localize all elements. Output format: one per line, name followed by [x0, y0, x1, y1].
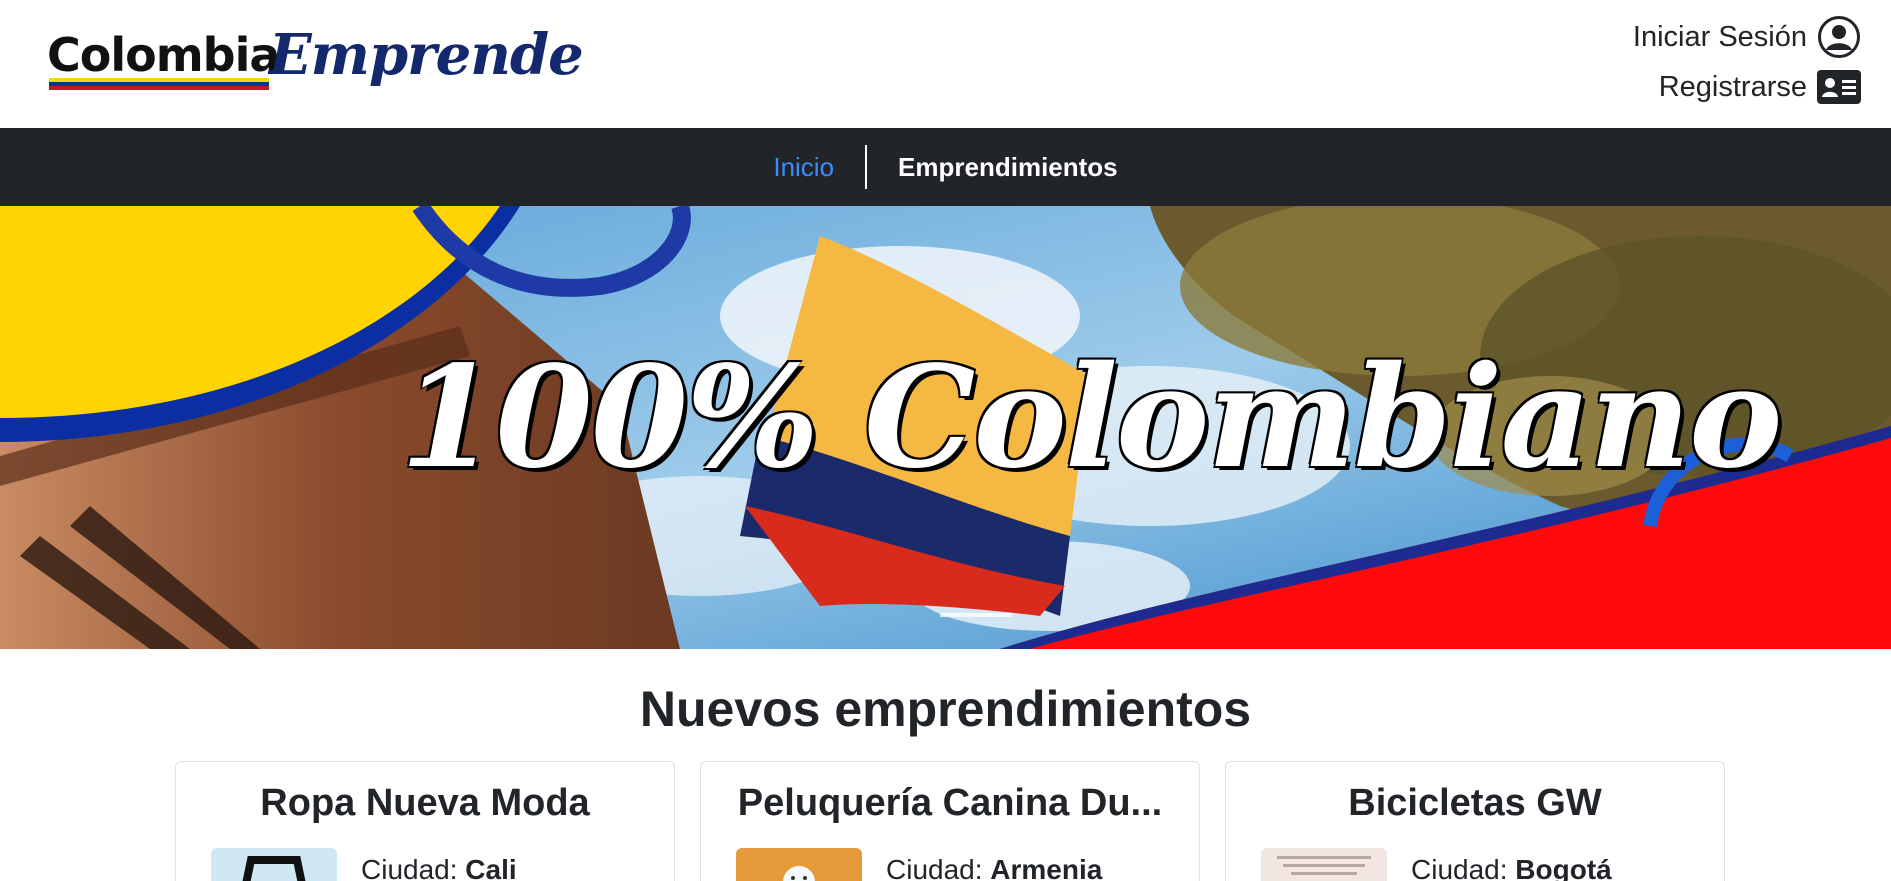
register-label: Registrarse — [1658, 70, 1807, 103]
logo-text-colombia: Colombia — [47, 28, 280, 82]
card-thumbnail — [1261, 848, 1387, 881]
card-city: Ciudad: Armenia — [886, 854, 1103, 881]
logo-flag-stripes — [49, 78, 269, 90]
user-circle-icon — [1818, 16, 1860, 58]
auth-links: Iniciar Sesión Registrarse — [1633, 12, 1861, 112]
login-link[interactable]: Iniciar Sesión — [1633, 12, 1861, 62]
banner-headline: 100% Colombiano — [400, 336, 1782, 500]
logo-text-emprende: Emprende — [269, 22, 584, 88]
section-title: Nuevos emprendimientos — [639, 681, 1252, 737]
card-thumbnail — [736, 848, 862, 881]
login-label: Iniciar Sesión — [1632, 20, 1807, 53]
nav-item-inicio[interactable]: Inicio — [742, 152, 865, 183]
card-city: Ciudad: Bogotá — [1411, 854, 1612, 881]
site-header: Colombia Emprende Iniciar Sesión Registr… — [0, 0, 1891, 128]
business-card[interactable]: Peluquería Canina Du... Ciudad: Armenia — [700, 761, 1200, 881]
card-city: Ciudad: Cali — [361, 854, 517, 881]
card-title: Bicicletas GW — [1348, 782, 1602, 824]
business-card[interactable]: Bicicletas GW Ciudad: Bogotá — [1225, 761, 1725, 881]
main-nav: Inicio Emprendimientos — [0, 128, 1891, 206]
business-card[interactable]: Ropa Nueva Moda Ciudad: Cali — [175, 761, 675, 881]
id-card-icon — [1817, 70, 1861, 104]
card-title: Peluquería Canina Du... — [737, 782, 1163, 824]
card-title: Ropa Nueva Moda — [260, 782, 590, 824]
site-logo[interactable]: Colombia Emprende — [47, 22, 584, 102]
register-link[interactable]: Registrarse — [1633, 62, 1861, 112]
card-thumbnail — [211, 848, 337, 881]
hero-banner[interactable]: 100% Colombiano — [0, 206, 1891, 649]
carousel-indicator[interactable] — [940, 613, 1012, 617]
nav-item-emprendimientos[interactable]: Emprendimientos — [867, 152, 1149, 183]
